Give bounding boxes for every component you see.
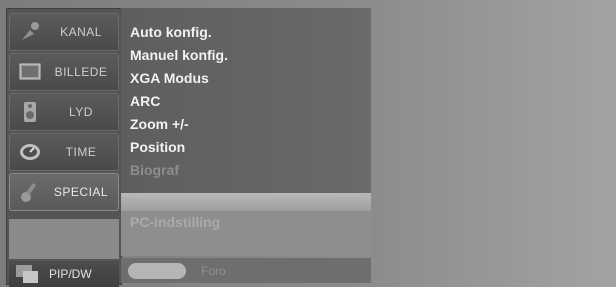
category-label: TIME (65, 145, 97, 159)
submenu-panel: PC-indstilling (121, 211, 371, 256)
pip-area (9, 219, 119, 259)
category-label: SPECIAL (53, 185, 109, 199)
menu-item-xga-modus[interactable]: XGA Modus (130, 70, 209, 92)
menu-item-pc-indstilling[interactable]: PC-indstilling (130, 214, 220, 230)
menu-item-zoom[interactable]: Zoom +/- (130, 116, 189, 138)
menu-item-arc[interactable]: ARC (130, 93, 160, 115)
menu-item-biograf[interactable]: Biograf (130, 162, 179, 184)
divider-band (121, 193, 371, 211)
category-kanal[interactable]: KANAL (9, 13, 119, 51)
menu-item-manuel-konfig[interactable]: Manuel konfig. (130, 47, 228, 69)
category-pip-dw[interactable]: PIP/DW (9, 261, 119, 287)
menu-item-auto-konfig[interactable]: Auto konfig. (130, 24, 212, 46)
category-billede[interactable]: BILLEDE (9, 53, 119, 91)
category-label: PIP/DW (49, 267, 92, 281)
slider-pill[interactable] (128, 263, 186, 279)
category-label: BILLEDE (54, 65, 108, 79)
guitar-icon (16, 178, 44, 206)
category-time[interactable]: TIME (9, 133, 119, 171)
menu-item-position[interactable]: Position (130, 139, 185, 161)
pip-icon (15, 264, 39, 284)
bottom-label: Foro (201, 264, 226, 278)
menu-panel: Auto konfig. Manuel konfig. XGA Modus AR… (121, 8, 371, 193)
speaker-icon (16, 98, 44, 126)
category-sidebar: KANAL BILLEDE LYD TIME SPECIAL PIP/DW (6, 8, 122, 287)
clock-icon (16, 138, 44, 166)
category-special[interactable]: SPECIAL (9, 173, 119, 211)
satellite-dish-icon (16, 18, 44, 46)
category-lyd[interactable]: LYD (9, 93, 119, 131)
category-label: LYD (69, 105, 93, 119)
monitor-icon (16, 58, 44, 86)
category-label: KANAL (60, 25, 102, 39)
bottom-bar: Foro (121, 258, 371, 283)
